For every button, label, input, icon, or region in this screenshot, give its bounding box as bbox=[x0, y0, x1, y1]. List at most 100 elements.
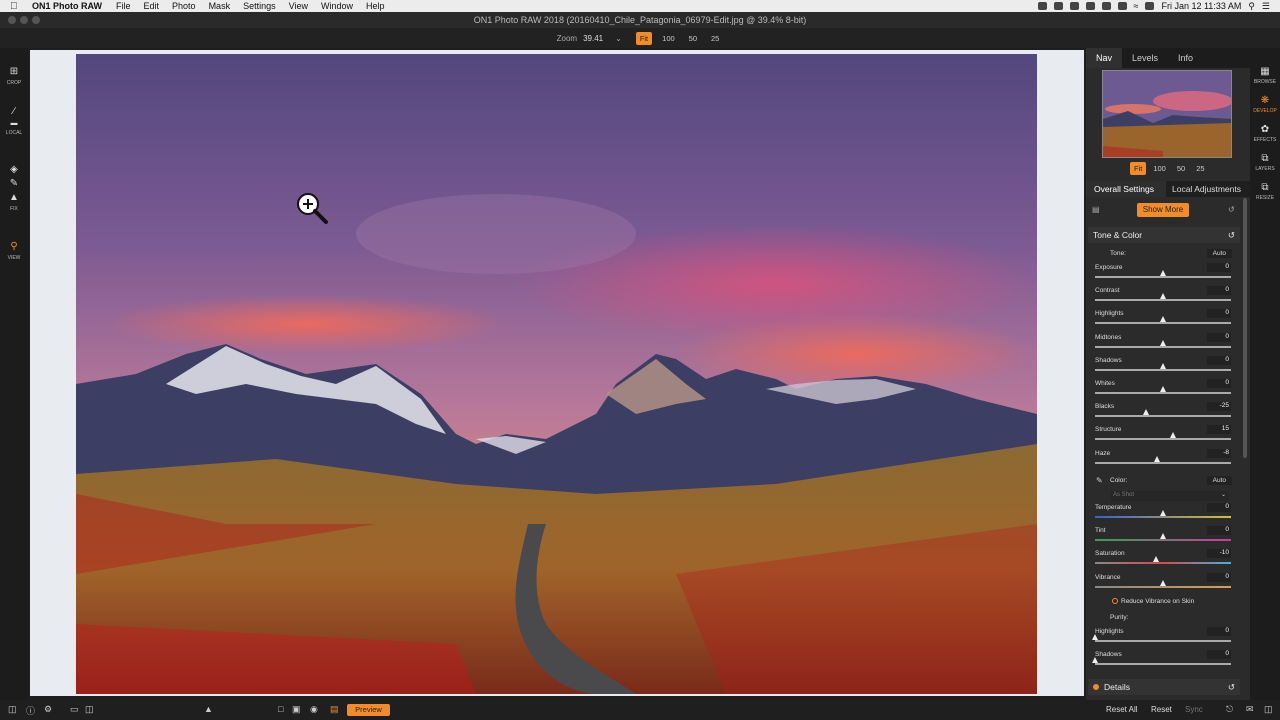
zoom-fit-button[interactable]: Fit bbox=[635, 31, 653, 45]
status-icon[interactable] bbox=[1037, 2, 1047, 10]
slider-track[interactable] bbox=[1095, 368, 1231, 371]
crop-tool[interactable]: ⊞ CROP bbox=[0, 66, 28, 86]
reset-button[interactable]: Reset bbox=[1151, 705, 1172, 714]
slider-value-field[interactable]: 15 bbox=[1207, 425, 1231, 435]
panel-toggle-icon[interactable]: ◫ bbox=[8, 704, 17, 715]
slider-thumb[interactable] bbox=[1159, 362, 1166, 369]
module-develop[interactable]: ❋ DEVELOP bbox=[1250, 95, 1280, 114]
slider-track[interactable] bbox=[1095, 299, 1231, 302]
slider-track[interactable] bbox=[1095, 562, 1231, 565]
tab-overall-settings[interactable]: Overall Settings bbox=[1086, 181, 1166, 197]
slider-thumb[interactable] bbox=[1159, 316, 1166, 323]
view-tool[interactable]: ⚲ VIEW bbox=[0, 241, 28, 261]
search-icon[interactable]: ⚲ bbox=[1248, 1, 1255, 12]
slider-value-field[interactable]: 0 bbox=[1207, 627, 1231, 636]
dropbox-icon[interactable] bbox=[1053, 2, 1063, 10]
mask-overlay-icon[interactable]: □ bbox=[278, 704, 283, 714]
slider-thumb[interactable] bbox=[1159, 533, 1166, 540]
reset-icon[interactable]: ↺ bbox=[1228, 230, 1235, 241]
tab-nav[interactable]: Nav bbox=[1086, 48, 1123, 68]
slider-value-field[interactable]: 0 bbox=[1207, 355, 1231, 365]
reset-icon[interactable]: ↺ bbox=[1228, 682, 1235, 693]
nav-50-button[interactable]: 50 bbox=[1173, 162, 1189, 175]
slider-thumb[interactable] bbox=[1091, 657, 1098, 664]
menu-help[interactable]: Help bbox=[366, 1, 385, 11]
compare-view-icon[interactable]: ◫ bbox=[85, 704, 94, 715]
module-resize[interactable]: ⧉ RESIZE bbox=[1250, 182, 1280, 201]
tone-slider-haze[interactable]: Haze -8 bbox=[1095, 448, 1231, 472]
edit-overlay-icon[interactable]: ▤ bbox=[330, 704, 339, 715]
gear-icon[interactable]: ⚙ bbox=[44, 704, 52, 715]
slider-thumb[interactable] bbox=[1169, 432, 1176, 439]
menu-file[interactable]: File bbox=[116, 1, 131, 11]
tab-local-adjustments[interactable]: Local Adjustments bbox=[1166, 181, 1247, 197]
menu-edit[interactable]: Edit bbox=[144, 1, 160, 11]
slider-track[interactable] bbox=[1095, 276, 1231, 278]
menu-list-icon[interactable]: ☰ bbox=[1262, 1, 1270, 12]
slider-track[interactable] bbox=[1095, 516, 1231, 518]
single-view-icon[interactable]: ▭ bbox=[70, 704, 79, 715]
radio-icon[interactable] bbox=[1112, 598, 1118, 604]
volume-icon[interactable] bbox=[1145, 2, 1155, 10]
fix-tool[interactable]: ◈ ✎ ▲ FIX bbox=[0, 164, 28, 212]
navigator-thumbnail[interactable] bbox=[1102, 70, 1232, 158]
zoom-value[interactable]: 39.41 bbox=[583, 34, 603, 43]
slider-value-field[interactable]: 0 bbox=[1207, 263, 1231, 272]
sync-button[interactable]: Sync bbox=[1185, 705, 1203, 714]
app-menu[interactable]: ON1 Photo RAW bbox=[32, 1, 102, 11]
slider-thumb[interactable] bbox=[1159, 579, 1166, 586]
tone-slider-blacks[interactable]: Blacks -25 bbox=[1095, 402, 1231, 425]
tab-info[interactable]: Info bbox=[1168, 48, 1203, 68]
help-icon[interactable]: ⓘ bbox=[26, 704, 35, 717]
nav-100-button[interactable]: 100 bbox=[1149, 162, 1170, 175]
preview-button[interactable]: Preview bbox=[347, 704, 390, 716]
menu-settings[interactable]: Settings bbox=[243, 1, 276, 11]
slider-value-field[interactable]: -25 bbox=[1207, 402, 1231, 412]
share-icon[interactable]: ✉ bbox=[1246, 704, 1254, 715]
slider-value-field[interactable]: 0 bbox=[1207, 286, 1231, 296]
reset-icon[interactable]: ↺ bbox=[1228, 205, 1235, 214]
status-icon[interactable] bbox=[1069, 2, 1079, 10]
color-slider-vibrance[interactable]: Vibrance 0 bbox=[1095, 572, 1231, 596]
menu-window[interactable]: Window bbox=[321, 1, 353, 11]
time-machine-icon[interactable] bbox=[1101, 2, 1111, 10]
slider-track[interactable] bbox=[1095, 415, 1231, 418]
slider-value-field[interactable]: 0 bbox=[1207, 650, 1231, 660]
tone-auto-button[interactable]: Auto bbox=[1206, 249, 1232, 258]
nav-25-button[interactable]: 25 bbox=[1192, 162, 1208, 175]
nav-fit-button[interactable]: Fit bbox=[1130, 162, 1147, 175]
module-effects[interactable]: ✿ EFFECTS bbox=[1250, 124, 1280, 143]
slider-track[interactable] bbox=[1095, 640, 1231, 642]
slider-value-field[interactable]: 0 bbox=[1207, 572, 1231, 582]
slider-thumb[interactable] bbox=[1142, 409, 1149, 416]
text-overlay-icon[interactable]: ▣ bbox=[292, 704, 301, 715]
tone-slider-midtones[interactable]: Midtones 0 bbox=[1095, 332, 1231, 356]
slider-value-field[interactable]: 0 bbox=[1207, 379, 1231, 388]
show-more-button[interactable]: Show More bbox=[1137, 203, 1189, 217]
slider-track[interactable] bbox=[1095, 461, 1231, 464]
slider-value-field[interactable]: 0 bbox=[1207, 309, 1231, 319]
panel-scrollbar[interactable] bbox=[1243, 198, 1247, 458]
slider-value-field[interactable]: 0 bbox=[1207, 526, 1231, 536]
module-layers[interactable]: ⧉ LAYERS bbox=[1250, 153, 1280, 172]
local-tool[interactable]: ∕ ▬ LOCAL bbox=[0, 106, 28, 136]
color-slider-tint[interactable]: Tint 0 bbox=[1095, 526, 1231, 549]
slider-value-field[interactable]: -8 bbox=[1207, 448, 1231, 458]
menu-mask[interactable]: Mask bbox=[209, 1, 231, 11]
tone-slider-structure[interactable]: Structure 15 bbox=[1095, 425, 1231, 448]
slider-thumb-icon[interactable]: ▲ bbox=[204, 704, 213, 714]
slider-value-field[interactable]: 0 bbox=[1207, 503, 1231, 512]
color-auto-button[interactable]: Auto bbox=[1206, 476, 1232, 485]
color-slider-saturation[interactable]: Saturation -10 bbox=[1095, 549, 1231, 572]
tone-color-header[interactable]: Tone & Color ↺ bbox=[1088, 227, 1240, 243]
slider-value-field[interactable]: 0 bbox=[1207, 332, 1231, 342]
reduce-vibrance-option[interactable]: Reduce Vibrance on Skin bbox=[1112, 598, 1194, 605]
circle-overlay-icon[interactable]: ◉ bbox=[310, 704, 318, 715]
tone-slider-shadows[interactable]: Shadows 0 bbox=[1095, 355, 1231, 379]
slider-value-field[interactable]: -10 bbox=[1207, 549, 1231, 559]
slider-thumb[interactable] bbox=[1159, 293, 1166, 300]
slider-thumb[interactable] bbox=[1159, 339, 1166, 346]
color-slider-temperature[interactable]: Temperature 0 bbox=[1095, 503, 1231, 526]
enabled-dot-icon[interactable] bbox=[1093, 684, 1099, 690]
chevron-down-icon[interactable]: ⌄ bbox=[615, 34, 622, 43]
